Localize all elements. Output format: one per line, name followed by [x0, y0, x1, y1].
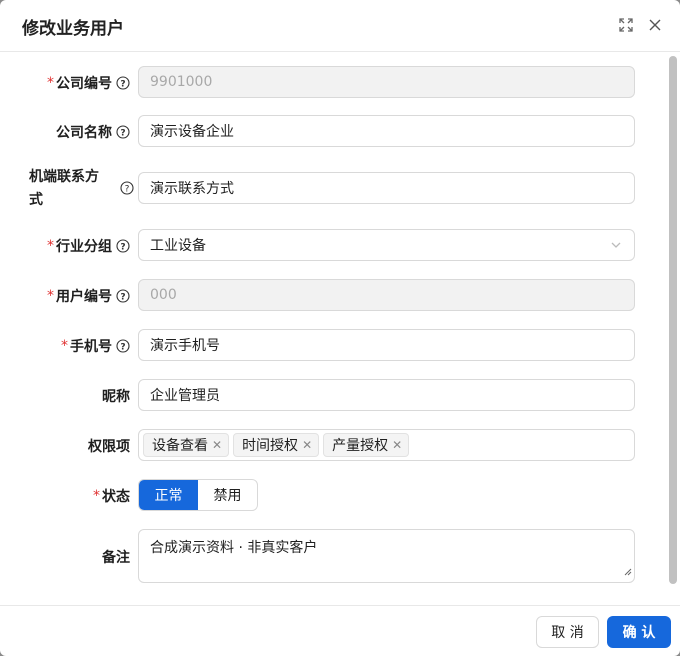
- row-company-name: 公司名称 ? 演示设备企业: [0, 115, 660, 147]
- expand-icon[interactable]: [615, 14, 637, 36]
- close-icon[interactable]: [644, 14, 666, 36]
- scrollbar-thumb[interactable]: [669, 56, 677, 584]
- row-remark: 备注 合成演示资料 · 非真实客户: [0, 529, 660, 583]
- company-code-label: * 公司编号 ?: [47, 73, 130, 93]
- svg-text:?: ?: [120, 242, 125, 252]
- svg-text:?: ?: [120, 342, 125, 352]
- help-icon[interactable]: ?: [116, 76, 130, 90]
- industry-group-label: * 行业分组 ?: [47, 236, 130, 256]
- permission-tag: 设备查看 ✕: [143, 433, 230, 457]
- status-label: * 状态: [93, 488, 130, 505]
- user-code-input: 000: [138, 279, 635, 311]
- cancel-button[interactable]: 取 消: [536, 616, 599, 648]
- company-name-input[interactable]: 演示设备企业: [138, 115, 635, 147]
- permission-tag: 产量授权 ✕: [323, 433, 410, 457]
- help-icon[interactable]: ?: [116, 339, 130, 353]
- svg-text:?: ?: [120, 292, 125, 302]
- company-name-label: 公司名称 ?: [56, 122, 130, 142]
- row-industry-group: * 行业分组 ? 工业设备: [0, 229, 660, 261]
- nickname-label: 昵称: [102, 389, 130, 405]
- confirm-button[interactable]: 确 认: [607, 616, 671, 648]
- status-option-disabled[interactable]: 禁用: [198, 480, 257, 510]
- dialog-header: 修改业务用户: [0, 0, 680, 52]
- svg-text:?: ?: [120, 79, 125, 89]
- contact-input[interactable]: 演示联系方式: [138, 172, 635, 204]
- remark-label: 备注: [102, 550, 130, 566]
- dialog-footer: 取 消 确 认: [0, 605, 680, 656]
- phone-label: * 手机号 ?: [61, 336, 130, 356]
- row-company-code: * 公司编号 ? 9901000: [0, 66, 660, 98]
- scrollbar[interactable]: [668, 54, 678, 602]
- industry-group-select[interactable]: 工业设备: [138, 229, 635, 261]
- close-icon[interactable]: ✕: [392, 438, 402, 452]
- resize-handle-icon[interactable]: [624, 564, 632, 580]
- close-icon[interactable]: ✕: [302, 438, 312, 452]
- help-icon[interactable]: ?: [116, 239, 130, 253]
- dialog-title: 修改业务用户: [22, 19, 124, 39]
- row-permissions: 权限项 设备查看 ✕ 时间授权 ✕ 产量授权 ✕: [0, 429, 660, 461]
- row-phone: * 手机号 ? 演示手机号: [0, 329, 660, 361]
- row-status: * 状态 正常 禁用: [0, 479, 660, 511]
- permissions-label: 权限项: [88, 439, 130, 455]
- close-icon[interactable]: ✕: [212, 438, 222, 452]
- user-code-label: * 用户编号 ?: [47, 286, 130, 306]
- help-icon[interactable]: ?: [116, 125, 130, 139]
- chevron-down-icon: [610, 239, 622, 255]
- help-icon[interactable]: ?: [120, 181, 134, 195]
- remark-textarea[interactable]: 合成演示资料 · 非真实客户: [138, 529, 635, 583]
- svg-text:?: ?: [125, 184, 130, 194]
- row-user-code: * 用户编号 ? 000: [0, 279, 660, 311]
- form-body: * 公司编号 ? 9901000 公司名称 ? 演示设备企业 机端联系方 式 ?…: [0, 53, 680, 605]
- status-toggle: 正常 禁用: [138, 479, 258, 511]
- svg-text:?: ?: [120, 128, 125, 138]
- nickname-input[interactable]: 企业管理员: [138, 379, 635, 411]
- permissions-select[interactable]: 设备查看 ✕ 时间授权 ✕ 产量授权 ✕: [138, 429, 635, 461]
- row-nickname: 昵称 企业管理员: [0, 379, 660, 411]
- company-code-input: 9901000: [138, 66, 635, 98]
- help-icon[interactable]: ?: [116, 289, 130, 303]
- status-option-normal[interactable]: 正常: [139, 480, 198, 510]
- row-contact: 机端联系方 式 ? 演示联系方式: [0, 169, 660, 208]
- permission-tag: 时间授权 ✕: [233, 433, 320, 457]
- phone-input[interactable]: 演示手机号: [138, 329, 635, 361]
- edit-user-dialog: 修改业务用户 * 公司编号 ? 9901000 公司名称 ? 演示设备企业 机端…: [0, 0, 680, 656]
- contact-label: 机端联系方 式: [29, 169, 99, 208]
